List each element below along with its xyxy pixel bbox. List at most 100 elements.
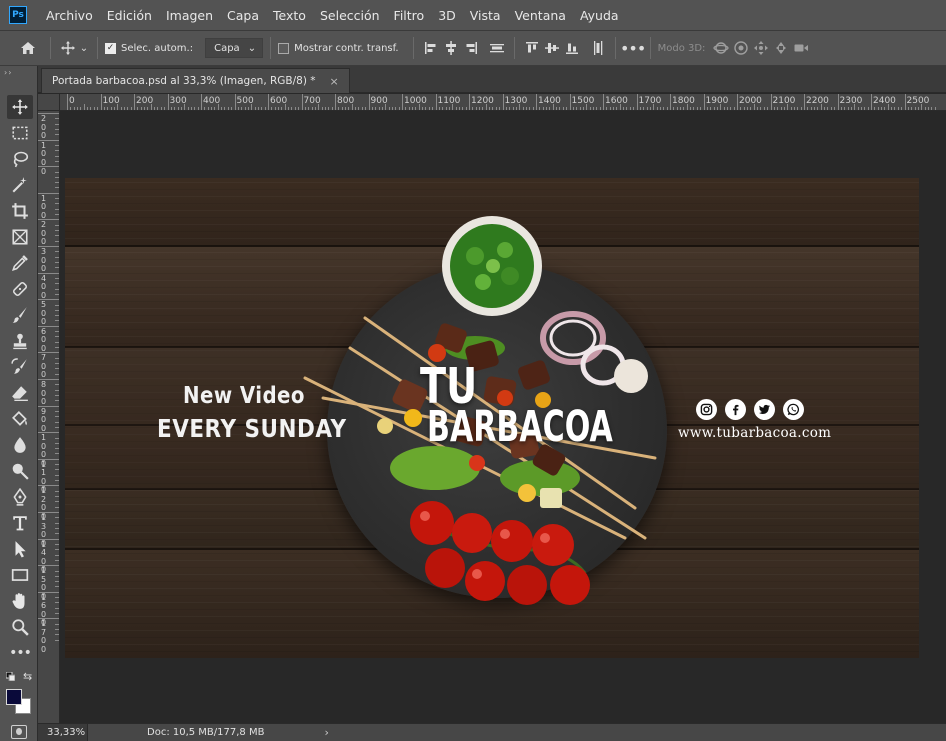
chevron-down-icon[interactable]: ⌄: [78, 36, 90, 60]
orbit-3d-icon[interactable]: [711, 36, 731, 60]
move-tool-icon[interactable]: [7, 95, 33, 119]
ruler-minor-tick: [207, 107, 209, 110]
spot-healing-icon[interactable]: [7, 277, 33, 301]
vertical-ruler[interactable]: 200 100 0 100 200 300 400 500 600 700 800 900 1000 11…: [38, 111, 60, 723]
eyedropper-icon[interactable]: [7, 251, 33, 275]
ruler-minor-tick: [140, 107, 142, 110]
menu-edicion[interactable]: Edición: [100, 8, 159, 23]
ruler-minor-tick: [455, 107, 457, 110]
menu-texto[interactable]: Texto: [266, 8, 313, 23]
swap-colors-icon[interactable]: ⇆: [23, 670, 32, 683]
align-top-icon[interactable]: [522, 36, 542, 60]
menu-ayuda[interactable]: Ayuda: [573, 8, 626, 23]
ruler-minor-tick: [304, 107, 306, 110]
auto-select-checkbox[interactable]: ✓: [105, 42, 116, 54]
ruler-tick: [167, 94, 169, 110]
roll-3d-icon[interactable]: [731, 36, 751, 60]
hand-tool-icon[interactable]: [7, 589, 33, 613]
align-center-h-icon[interactable]: [441, 36, 461, 60]
ruler-minor-tick: [850, 107, 852, 110]
ruler-minor-tick: [509, 107, 511, 110]
quick-mask-icon[interactable]: [11, 725, 27, 739]
horizontal-ruler[interactable]: 0 100 200 300 400 500 600 700 800 900 1000 1100 1200…: [60, 94, 946, 111]
ruler-minor-tick: [693, 107, 695, 110]
dodge-tool-icon[interactable]: [7, 459, 33, 483]
align-right-icon[interactable]: [461, 36, 481, 60]
home-icon[interactable]: [18, 36, 38, 60]
zoom-level-field[interactable]: 33,33%: [38, 724, 88, 741]
ruler-minor-tick: [55, 160, 59, 162]
ruler-minor-tick: [767, 107, 769, 110]
ruler-minor-tick: [817, 107, 819, 110]
frame-tool-icon[interactable]: [7, 225, 33, 249]
ruler-minor-tick: [87, 107, 89, 110]
history-brush-icon[interactable]: [7, 355, 33, 379]
ruler-minor-tick: [55, 240, 59, 242]
brush-tool-icon[interactable]: [7, 303, 33, 327]
lasso-tool-icon[interactable]: [7, 147, 33, 171]
menu-filtro[interactable]: Filtro: [387, 8, 432, 23]
ruler-minor-tick: [475, 107, 477, 110]
crop-tool-icon[interactable]: [7, 199, 33, 223]
pan-3d-icon[interactable]: [751, 36, 771, 60]
slide-3d-icon[interactable]: [771, 36, 791, 60]
stamp-tool-icon[interactable]: [7, 329, 33, 353]
foreground-color-swatch[interactable]: [6, 689, 22, 705]
align-left-icon[interactable]: [421, 36, 441, 60]
ruler-minor-tick: [174, 107, 176, 110]
panel-grip-icon[interactable]: ››: [4, 68, 12, 77]
ruler-minor-tick: [927, 107, 929, 110]
menu-3d[interactable]: 3D: [431, 8, 463, 23]
menu-seleccion[interactable]: Selección: [313, 8, 387, 23]
eraser-tool-icon[interactable]: [7, 381, 33, 405]
more-tools-icon[interactable]: •••: [7, 641, 33, 665]
menu-vista[interactable]: Vista: [463, 8, 508, 23]
more-options-icon[interactable]: •••: [620, 36, 646, 60]
menu-ventana[interactable]: Ventana: [508, 8, 573, 23]
ruler-minor-tick: [55, 501, 59, 503]
distribute-h-icon[interactable]: [487, 36, 507, 60]
magic-wand-icon[interactable]: [7, 173, 33, 197]
image-canvas[interactable]: New Video EVERY SUNDAY TU BARBACOA www.t…: [65, 178, 919, 658]
path-selection-icon[interactable]: [7, 537, 33, 561]
type-tool-icon[interactable]: [7, 511, 33, 535]
ruler-minor-tick: [77, 107, 79, 110]
video-camera-3d-icon[interactable]: [791, 36, 811, 60]
ruler-minor-tick: [55, 639, 59, 641]
default-colors-icon[interactable]: [6, 672, 15, 681]
layer-select-dropdown[interactable]: Capa ⌄: [205, 38, 264, 58]
photoshop-logo[interactable]: Ps: [9, 6, 27, 24]
menu-archivo[interactable]: Archivo: [39, 8, 100, 23]
pen-tool-icon[interactable]: [7, 485, 33, 509]
ruler-minor-tick: [211, 107, 213, 110]
ruler-minor-tick: [55, 373, 59, 375]
rectangle-tool-icon[interactable]: [7, 563, 33, 587]
align-middle-v-icon[interactable]: [542, 36, 562, 60]
close-tab-icon[interactable]: ×: [330, 75, 339, 88]
align-bottom-icon[interactable]: [562, 36, 582, 60]
ruler-minor-tick: [55, 357, 59, 359]
document-workspace[interactable]: New Video EVERY SUNDAY TU BARBACOA www.t…: [60, 111, 946, 723]
ruler-tick: [804, 94, 805, 110]
ruler-tick: [703, 94, 705, 110]
paint-bucket-icon[interactable]: [7, 407, 33, 431]
ruler-minor-tick: [827, 107, 829, 110]
status-menu-arrow-icon[interactable]: ›: [324, 726, 328, 739]
chevron-down-icon: ⌄: [247, 42, 257, 54]
blur-tool-icon[interactable]: [7, 433, 33, 457]
ruler-minor-tick: [55, 607, 59, 609]
menu-capa[interactable]: Capa: [220, 8, 266, 23]
menu-imagen[interactable]: Imagen: [159, 8, 220, 23]
document-tab[interactable]: Portada barbacoa.psd al 33,3% (Imagen, R…: [41, 68, 350, 93]
ruler-label: 1700: [638, 96, 662, 106]
marquee-tool-icon[interactable]: [7, 121, 33, 145]
ruler-minor-tick: [807, 107, 809, 110]
ruler-minor-tick: [395, 107, 397, 110]
zoom-tool-icon[interactable]: [7, 615, 33, 639]
ruler-origin[interactable]: [38, 94, 60, 111]
ruler-label: 2000: [739, 96, 762, 106]
distribute-v-icon[interactable]: [588, 36, 608, 60]
show-transform-checkbox[interactable]: [278, 42, 290, 54]
move-tool-preset-icon[interactable]: [58, 36, 78, 60]
ruler-minor-tick: [793, 107, 795, 110]
